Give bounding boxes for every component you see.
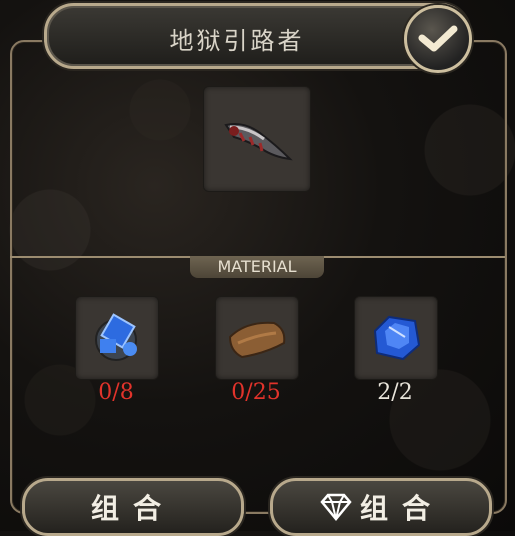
diamond-icon (320, 493, 352, 521)
confirm-button[interactable] (404, 5, 472, 73)
material-count-1: 0/8 (98, 380, 134, 405)
material-count-2: 0/25 (231, 380, 281, 405)
leather-scrap-icon (228, 321, 286, 359)
combine-button[interactable]: 组合 (22, 478, 244, 536)
item-title: 地狱引路者 (169, 27, 305, 55)
gem-combine-button-label: 组合 (359, 492, 444, 525)
gem-combine-button[interactable]: 组合 (270, 478, 492, 536)
blue-gem-icon (373, 315, 421, 361)
material-slot-2[interactable] (215, 296, 299, 380)
material-label: MATERIAL (190, 256, 324, 278)
result-item-slot[interactable] (203, 86, 311, 192)
demon-blade-icon (224, 123, 293, 161)
material-slot-1[interactable] (75, 296, 159, 380)
combine-button-label: 组合 (90, 492, 175, 525)
material-slot-3[interactable] (354, 296, 438, 380)
material-count-3: 2/2 (377, 380, 413, 405)
blue-orb-crystal-icon (95, 313, 137, 361)
checkmark-icon (418, 25, 458, 52)
